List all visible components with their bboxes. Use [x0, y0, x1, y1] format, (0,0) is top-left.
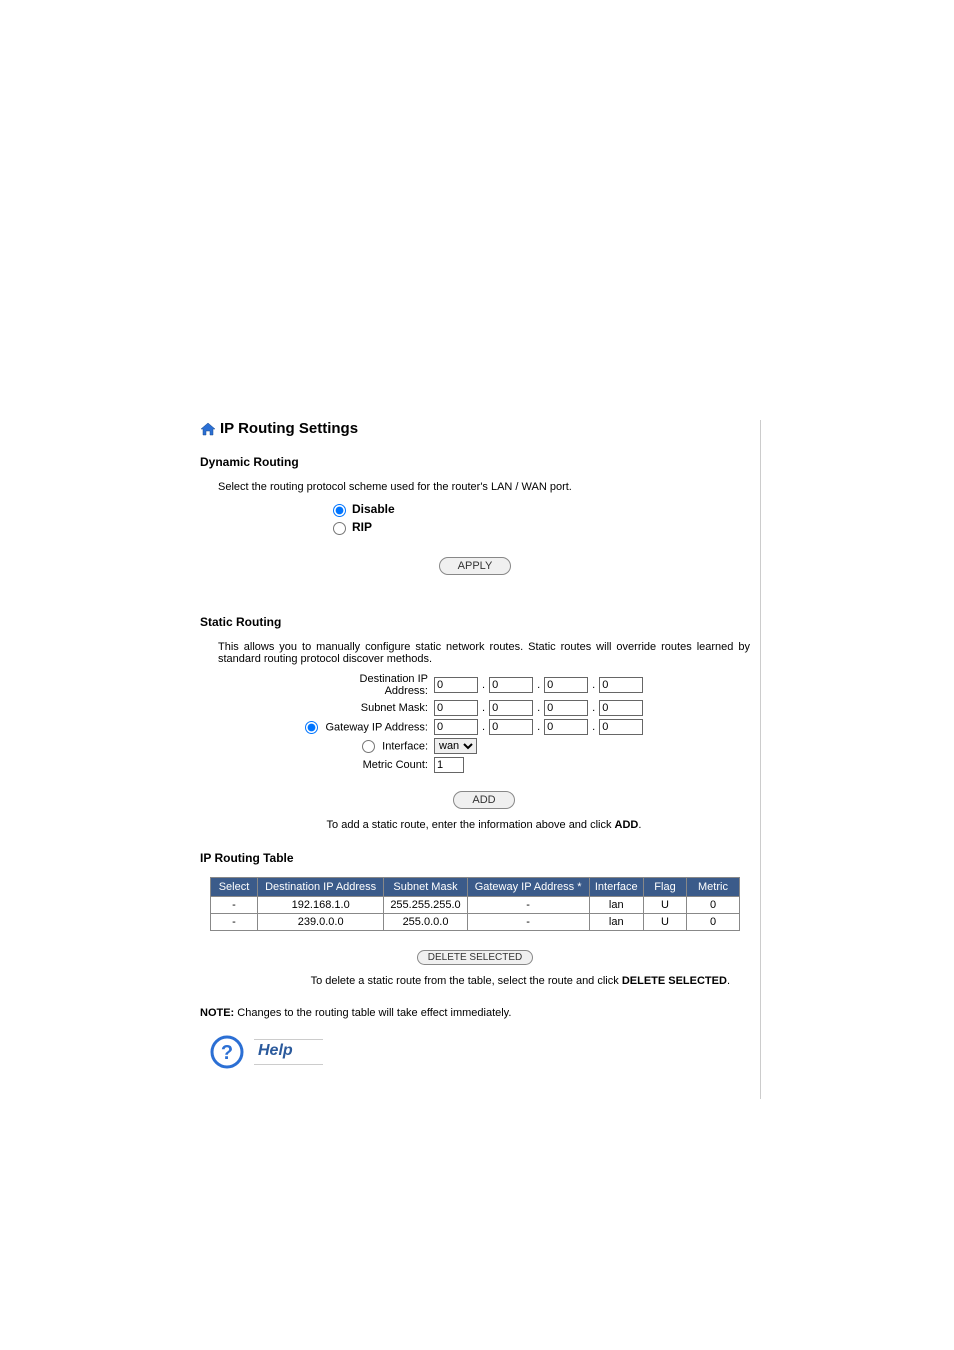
dest-ip-3[interactable] — [544, 677, 588, 693]
gateway-3[interactable] — [544, 719, 588, 735]
table-row[interactable]: -239.0.0.0255.0.0.0-lanU0 — [211, 914, 740, 931]
subnet-4[interactable] — [599, 700, 643, 716]
help-link[interactable]: Help — [254, 1039, 323, 1065]
gateway-label: Gateway IP Address: — [325, 721, 428, 733]
interface-radio[interactable] — [362, 740, 375, 753]
title-row: IP Routing Settings — [200, 420, 750, 437]
delete-instruction: To delete a static route from the table,… — [200, 975, 730, 987]
gateway-radio[interactable] — [305, 721, 318, 734]
dynamic-rip-radio[interactable] — [333, 522, 346, 535]
col-flag: Flag — [644, 878, 687, 897]
add-button[interactable]: ADD — [453, 791, 514, 809]
delete-selected-button[interactable]: DELETE SELECTED — [417, 950, 533, 965]
interface-select[interactable]: wan — [434, 738, 477, 754]
svg-text:?: ? — [221, 1042, 233, 1064]
col-select: Select — [211, 878, 258, 897]
dynamic-routing-heading: Dynamic Routing — [200, 455, 750, 469]
table-row[interactable]: -192.168.1.0255.255.255.0-lanU0 — [211, 897, 740, 914]
col-iface: Interface — [589, 878, 644, 897]
subnet-1[interactable] — [434, 700, 478, 716]
dest-ip-4[interactable] — [599, 677, 643, 693]
apply-button[interactable]: APPLY — [439, 557, 512, 575]
col-gateway: Gateway IP Address * — [467, 878, 589, 897]
help-icon[interactable]: ? — [210, 1035, 244, 1069]
dest-ip-label: Destination IPAddress: — [278, 673, 434, 697]
subnet-2[interactable] — [489, 700, 533, 716]
gateway-2[interactable] — [489, 719, 533, 735]
col-dest: Destination IP Address — [258, 878, 384, 897]
dest-ip-1[interactable] — [434, 677, 478, 693]
routing-table-heading: IP Routing Table — [200, 851, 750, 865]
dest-ip-2[interactable] — [489, 677, 533, 693]
gateway-1[interactable] — [434, 719, 478, 735]
home-icon — [200, 422, 216, 436]
routing-table: Select Destination IP Address Subnet Mas… — [210, 877, 740, 931]
dynamic-routing-desc: Select the routing protocol scheme used … — [218, 481, 750, 493]
subnet-3[interactable] — [544, 700, 588, 716]
col-subnet: Subnet Mask — [384, 878, 467, 897]
note-text: NOTE: Changes to the routing table will … — [200, 1007, 750, 1019]
static-routing-desc: This allows you to manually configure st… — [218, 641, 750, 665]
add-instruction: To add a static route, enter the informa… — [218, 819, 750, 831]
subnet-label: Subnet Mask: — [278, 702, 434, 714]
interface-label: Interface: — [382, 740, 428, 752]
dynamic-rip-label: RIP — [352, 520, 372, 534]
page-title: IP Routing Settings — [220, 420, 358, 437]
dynamic-disable-radio[interactable] — [333, 504, 346, 517]
static-routing-heading: Static Routing — [200, 615, 750, 629]
metric-input[interactable] — [434, 757, 464, 773]
col-metric: Metric — [687, 878, 740, 897]
metric-label: Metric Count: — [278, 759, 434, 771]
gateway-4[interactable] — [599, 719, 643, 735]
dynamic-disable-label: Disable — [352, 502, 395, 516]
